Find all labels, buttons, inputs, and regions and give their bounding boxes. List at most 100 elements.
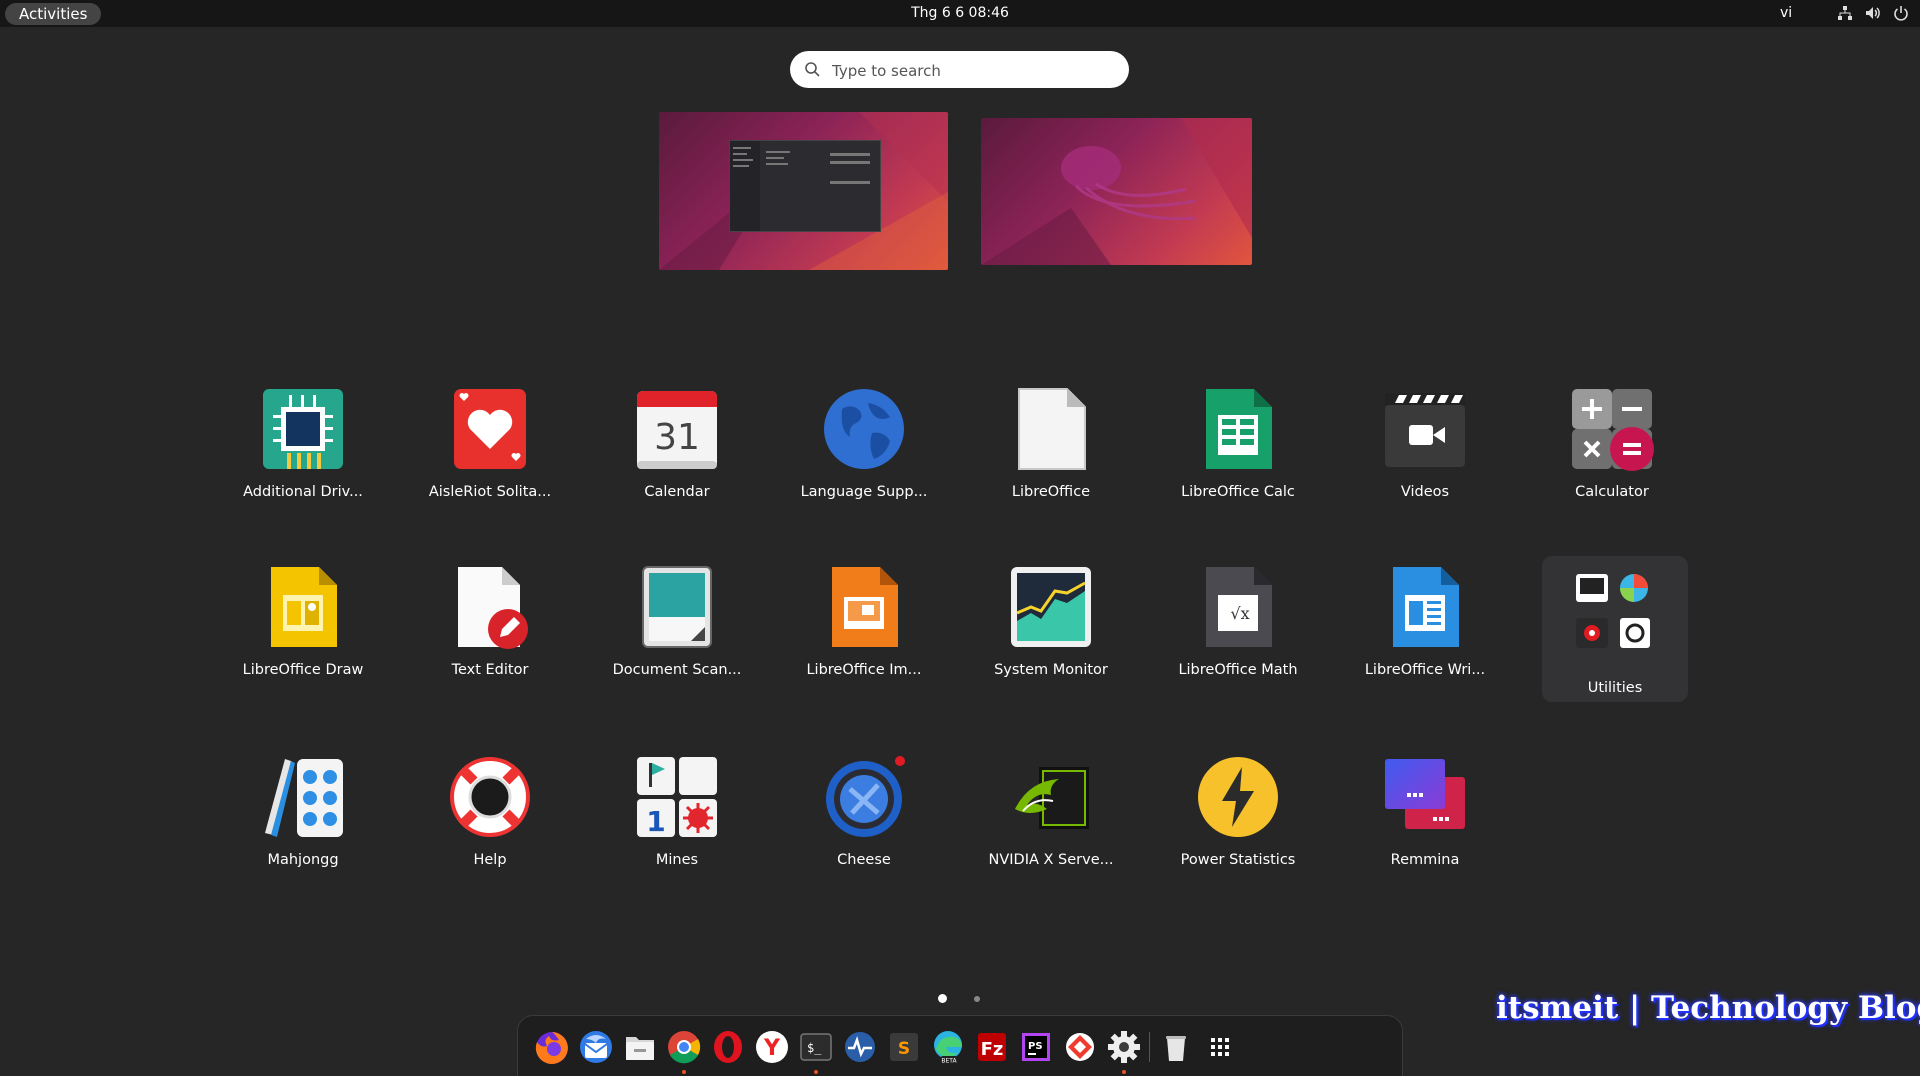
chrome-icon[interactable] <box>664 1027 704 1067</box>
app-power-statistics[interactable]: Power Statistics <box>1163 746 1313 896</box>
app-calculator[interactable]: Calculator <box>1537 378 1687 528</box>
svg-text:Y: Y <box>763 1036 781 1061</box>
window-preview[interactable] <box>729 140 881 232</box>
app-mahjongg[interactable]: Mahjongg <box>228 746 378 896</box>
video-camera-icon <box>1383 387 1467 471</box>
dock-separator <box>1149 1032 1150 1062</box>
phpstorm-icon[interactable]: PS <box>1016 1027 1056 1067</box>
app-label: Mines <box>655 852 699 868</box>
app-cheese[interactable]: Cheese <box>789 746 939 896</box>
chip-icon <box>261 387 345 471</box>
system-tray[interactable] <box>1836 4 1910 22</box>
app-system-monitor[interactable]: System Monitor <box>976 556 1126 706</box>
folder-utilities[interactable]: Utilities <box>1542 556 1688 702</box>
app-libreoffice-calc[interactable]: LibreOffice Calc <box>1163 378 1313 528</box>
top-bar: Activities Thg 6 6 08:46 vi <box>0 0 1920 27</box>
libreoffice-icon <box>1009 387 1093 471</box>
writer-icon <box>1383 565 1467 649</box>
app-libreoffice-impress[interactable]: LibreOffice Im... <box>789 556 939 706</box>
app-libreoffice-math[interactable]: √x LibreOffice Math <box>1163 556 1313 706</box>
math-icon: √x <box>1196 565 1280 649</box>
folder-grid-icon <box>1572 570 1656 654</box>
network-icon <box>1836 4 1854 22</box>
app-nvidia-x-server-settings[interactable]: NVIDIA X Serve... <box>976 746 1126 896</box>
lightning-icon <box>1196 755 1280 839</box>
globe-icon <box>822 387 906 471</box>
settings-icon[interactable] <box>1097 1021 1151 1073</box>
sublime-icon[interactable]: S <box>884 1027 924 1067</box>
app-label: Help <box>473 852 507 868</box>
svg-text:Fz: Fz <box>981 1039 1004 1060</box>
edge-beta-badge: BETA <box>941 1058 957 1065</box>
page-indicator-1[interactable] <box>938 994 947 1003</box>
app-label: Text Editor <box>451 662 529 678</box>
app-label: LibreOffice <box>1011 484 1091 500</box>
edge-beta-icon[interactable]: BETA <box>928 1027 968 1067</box>
app-additional-drivers[interactable]: Additional Driv... <box>228 378 378 528</box>
app-libreoffice[interactable]: LibreOffice <box>976 378 1126 528</box>
app-label: Cheese <box>837 852 891 868</box>
app-document-scanner[interactable]: Document Scan... <box>602 556 752 706</box>
app-videos[interactable]: Videos <box>1350 378 1500 528</box>
app-remmina[interactable]: Remmina <box>1350 746 1500 896</box>
app-calendar[interactable]: 31 Calendar <box>602 378 752 528</box>
keyboard-layout-indicator[interactable]: vi <box>1780 0 1792 27</box>
watermark: itsmeit | Technology Blogs <box>1496 990 1920 1026</box>
app-mines[interactable]: 1 Mines <box>602 746 752 896</box>
files-icon[interactable] <box>620 1027 660 1067</box>
search-input[interactable] <box>830 51 1114 90</box>
workspace-thumbnail-2[interactable] <box>981 118 1252 265</box>
power-icon <box>1892 4 1910 22</box>
yandex-icon[interactable]: Y <box>752 1027 792 1067</box>
heart-card-icon <box>448 387 532 471</box>
thunderbird-icon[interactable] <box>576 1027 616 1067</box>
calculator-icon <box>1570 387 1654 471</box>
app-text-editor[interactable]: Text Editor <box>415 556 565 706</box>
app-label: LibreOffice Math <box>1178 662 1298 678</box>
app-language-support[interactable]: Language Supp... <box>789 378 939 528</box>
activities-button[interactable]: Activities <box>5 3 102 25</box>
app-label: LibreOffice Calc <box>1181 484 1295 500</box>
app-label: Calendar <box>644 484 710 500</box>
running-indicator <box>1122 1070 1126 1074</box>
app-label: LibreOffice Draw <box>242 662 364 678</box>
clock[interactable]: Thg 6 6 08:46 <box>911 5 1009 21</box>
webcam-icon <box>822 755 906 839</box>
app-aisleriot-solitaire[interactable]: AisleRiot Solita... <box>415 378 565 528</box>
running-indicator <box>682 1070 686 1074</box>
workspace-thumbnail-1[interactable] <box>659 112 948 270</box>
app-libreoffice-draw[interactable]: LibreOffice Draw <box>228 556 378 706</box>
anydesk-icon[interactable] <box>1060 1027 1100 1067</box>
show-apps-icon[interactable] <box>1193 1021 1247 1073</box>
remote-desktop-icon <box>1383 755 1467 839</box>
app-label: Power Statistics <box>1180 852 1296 868</box>
app-label: LibreOffice Wri... <box>1364 662 1486 678</box>
app-label: Utilities <box>1587 680 1643 696</box>
trash-icon[interactable] <box>1156 1027 1196 1067</box>
app-label: Document Scan... <box>612 662 742 678</box>
firefox-icon[interactable] <box>532 1027 572 1067</box>
text-editor-icon <box>448 565 532 649</box>
app-label: Language Supp... <box>800 484 928 500</box>
terminal-prompt: $_ <box>807 1041 822 1055</box>
app-label: Calculator <box>1575 484 1649 500</box>
page-indicator-2[interactable] <box>974 996 980 1002</box>
monitor-wave-icon[interactable] <box>840 1027 880 1067</box>
opera-icon[interactable] <box>708 1027 748 1067</box>
running-indicator <box>814 1070 818 1074</box>
search-box[interactable] <box>790 51 1129 90</box>
lifebuoy-icon <box>448 755 532 839</box>
app-help[interactable]: Help <box>415 746 565 896</box>
calendar-day: 31 <box>654 417 700 458</box>
draw-icon <box>261 565 345 649</box>
svg-text:√x: √x <box>1230 604 1249 623</box>
clock-container: Thg 6 6 08:46 <box>0 0 1920 27</box>
app-label: Additional Driv... <box>243 484 363 500</box>
mahjongg-icon <box>261 755 345 839</box>
sublime-letter: S <box>898 1039 910 1059</box>
phpstorm-letters: PS <box>1028 1041 1043 1052</box>
terminal-icon[interactable]: $_ <box>796 1027 836 1067</box>
filezilla-icon[interactable]: Fz <box>972 1027 1012 1067</box>
app-label: AisleRiot Solita... <box>428 484 552 500</box>
app-libreoffice-writer[interactable]: LibreOffice Wri... <box>1350 556 1500 706</box>
